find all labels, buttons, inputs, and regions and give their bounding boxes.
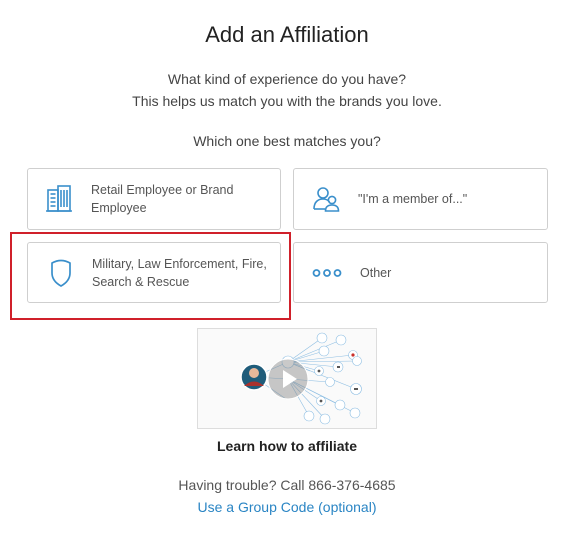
support-phone-text: Having trouble? Call 866-376-4685 [178, 477, 396, 493]
option-label: Retail Employee or Brand Employee [91, 183, 234, 215]
subtitle-line-1: What kind of experience do you have? [167, 71, 407, 87]
option-label: "I'm a member of..." [358, 192, 468, 206]
option-label: Other [360, 265, 392, 280]
page-title: Add an Affiliation [205, 22, 369, 47]
affiliation-network-graphic [240, 332, 362, 425]
building-icon [42, 182, 76, 216]
dots-icon [310, 256, 344, 290]
people-icon [309, 182, 343, 216]
option-label: Military, Law Enforcement, Fire, Search … [92, 256, 267, 289]
video-caption: Learn how to affiliate [216, 438, 357, 454]
subtitle-line-2: This helps us match you with the brands … [132, 93, 442, 109]
option-other[interactable]: Other [293, 242, 548, 303]
option-military-first-responder[interactable]: Military, Law Enforcement, Fire, Search … [27, 242, 281, 303]
group-code-link[interactable]: Use a Group Code (optional) [0, 499, 574, 515]
option-retail-employee[interactable]: Retail Employee or Brand Employee [27, 168, 281, 230]
option-member-of[interactable]: "I'm a member of..." [293, 168, 548, 230]
question-text: Which one best matches you? [193, 133, 381, 149]
shield-icon [44, 256, 78, 290]
video-thumbnail[interactable] [197, 328, 377, 429]
